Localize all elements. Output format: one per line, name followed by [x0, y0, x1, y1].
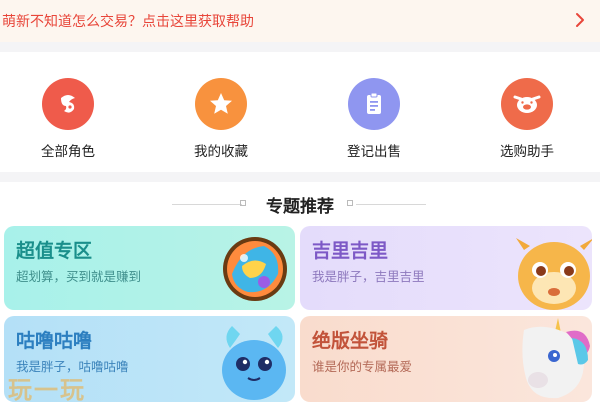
- quick-action-label: 全部角色: [41, 144, 95, 160]
- featured-section: 专题推荐 超值专区 超划算，买到就是赚到 吉里吉里 我是胖子，吉里吉里 咕噜咕噜…: [0, 182, 600, 406]
- help-banner-text: 萌新不知道怎么交易？点击这里获取帮助: [2, 14, 254, 30]
- title-divider-right: [356, 204, 426, 205]
- card-title: 绝版坐骑: [312, 330, 389, 352]
- title-divider-dot-right: [347, 200, 353, 206]
- role-icon: [42, 78, 94, 130]
- card-subtitle: 超划算，买到就是赚到: [16, 269, 142, 284]
- card-jiri[interactable]: 吉里吉里 我是胖子，吉里吉里: [300, 226, 592, 310]
- quick-action-register-sale[interactable]: 登记出售: [314, 78, 434, 160]
- card-title: 超值专区: [16, 240, 93, 262]
- card-title: 吉里吉里: [312, 240, 389, 262]
- blue-creature-illustration: [222, 326, 286, 400]
- chevron-right-icon: [576, 13, 584, 27]
- help-banner[interactable]: 萌新不知道怎么交易？点击这里获取帮助: [0, 0, 600, 42]
- card-subtitle: 谁是你的专属最爱: [312, 359, 413, 374]
- card-title: 咕噜咕噜: [16, 330, 93, 352]
- quick-action-label: 选购助手: [500, 144, 554, 160]
- quick-action-label: 登记出售: [347, 144, 401, 160]
- clipboard-icon: [348, 78, 400, 130]
- quick-action-all-roles[interactable]: 全部角色: [8, 78, 128, 160]
- section-title: 专题推荐: [266, 197, 334, 217]
- quick-action-label: 我的收藏: [194, 144, 248, 160]
- orb-illustration: [223, 237, 287, 301]
- pig-icon: [501, 78, 553, 130]
- card-subtitle: 我是胖子，吉里吉里: [312, 269, 425, 284]
- card-rare-mount[interactable]: 绝版坐骑 谁是你的专属最爱: [300, 316, 592, 402]
- unicorn-illustration: [522, 318, 590, 399]
- cow-character-illustration: [516, 238, 592, 310]
- card-value-zone[interactable]: 超值专区 超划算，买到就是赚到: [4, 226, 295, 310]
- quick-action-favorites[interactable]: 我的收藏: [161, 78, 281, 160]
- watermark-logo: 玩一玩: [8, 376, 86, 404]
- star-icon: [195, 78, 247, 130]
- quick-actions: 全部角色 我的收藏 登记出售 选购助手: [0, 52, 600, 172]
- quick-action-shopping-assistant[interactable]: 选购助手: [467, 78, 587, 160]
